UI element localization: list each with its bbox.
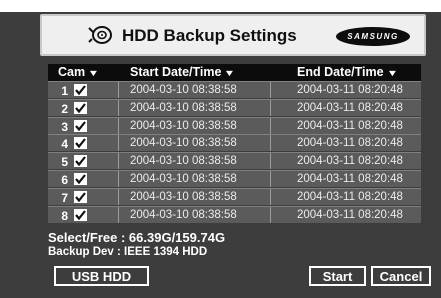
brand-logo-text: SAMSUNG — [347, 32, 399, 41]
camera-number: 2 — [61, 101, 68, 116]
camera-number: 1 — [61, 84, 68, 98]
hdd-icon — [88, 26, 112, 44]
camera-number: 3 — [61, 119, 68, 134]
column-divider — [118, 171, 119, 187]
camera-number: 8 — [61, 208, 68, 223]
table-row[interactable]: 6 2004-03-10 08:38:58 2004-03-11 08:20:48 — [48, 170, 421, 187]
end-datetime[interactable]: 2004-03-11 08:20:48 — [297, 137, 403, 149]
camera-checkbox[interactable] — [74, 173, 87, 185]
column-divider — [270, 206, 271, 223]
sort-arrow-icon: ▼ — [87, 68, 100, 78]
table-header: Cam ▼ Start Date/Time ▼ End Date/Time ▼ — [48, 64, 421, 81]
table-row[interactable]: 7 2004-03-10 08:38:58 2004-03-11 08:20:48 — [48, 187, 421, 205]
brand-logo: SAMSUNG — [336, 27, 410, 46]
column-divider — [270, 153, 271, 170]
column-divider — [118, 135, 119, 152]
checkmark-icon — [75, 156, 86, 167]
camera-number: 7 — [61, 190, 68, 205]
start-datetime[interactable]: 2004-03-10 08:38:58 — [130, 84, 237, 96]
camera-checkbox[interactable] — [74, 208, 87, 221]
column-header-end-label: End Date/Time — [297, 65, 384, 79]
checkmark-icon — [75, 85, 86, 95]
camera-number: 6 — [61, 173, 68, 187]
page-title: HDD Backup Settings — [122, 26, 297, 45]
checkmark-icon — [75, 103, 86, 113]
backup-device-text: Backup Dev : IEEE 1394 HDD — [48, 246, 208, 258]
table-row[interactable]: 4 2004-03-10 08:38:58 2004-03-11 08:20:48 — [48, 134, 421, 152]
sort-arrow-icon: ▼ — [224, 68, 236, 78]
end-datetime[interactable]: 2004-03-11 08:20:48 — [297, 155, 403, 167]
column-divider — [270, 135, 271, 152]
table-row[interactable]: 5 2004-03-10 08:38:58 2004-03-11 08:20:48 — [48, 152, 421, 170]
start-datetime[interactable]: 2004-03-10 08:38:58 — [130, 102, 237, 114]
end-datetime[interactable]: 2004-03-11 08:20:48 — [297, 209, 403, 221]
column-divider — [118, 206, 119, 223]
end-datetime[interactable]: 2004-03-11 08:20:48 — [297, 84, 403, 96]
column-divider — [270, 82, 271, 98]
table-row[interactable]: 1 2004-03-10 08:38:58 2004-03-11 08:20:48 — [48, 81, 421, 98]
cancel-button[interactable]: Cancel — [371, 266, 431, 286]
checkmark-icon — [75, 120, 86, 131]
top-frame — [0, 0, 441, 12]
column-header-end[interactable]: End Date/Time ▼ — [297, 65, 398, 79]
table-row[interactable]: 8 2004-03-10 08:38:58 2004-03-11 08:20:48 — [48, 205, 421, 223]
start-datetime[interactable]: 2004-03-10 08:38:58 — [130, 173, 237, 185]
camera-checkbox[interactable] — [74, 101, 87, 114]
checkmark-icon — [75, 174, 86, 184]
column-divider — [118, 82, 119, 98]
column-divider — [270, 99, 271, 116]
column-header-cam-label: Cam — [58, 65, 86, 79]
select-free-text: Select/Free : 66.39G/159.74G — [48, 230, 226, 245]
sort-arrow-icon: ▼ — [386, 68, 398, 78]
end-datetime[interactable]: 2004-03-11 08:20:48 — [297, 191, 403, 203]
column-divider — [270, 188, 271, 205]
checkmark-icon — [75, 138, 86, 149]
end-datetime[interactable]: 2004-03-11 08:20:48 — [297, 120, 403, 132]
camera-checkbox[interactable] — [74, 190, 87, 203]
column-divider — [270, 117, 271, 134]
checkmark-icon — [75, 192, 86, 202]
start-datetime[interactable]: 2004-03-10 08:38:58 — [130, 191, 237, 203]
column-header-start-label: Start Date/Time — [130, 65, 222, 79]
table-row[interactable]: 3 2004-03-10 08:38:58 2004-03-11 08:20:48 — [48, 116, 421, 134]
column-header-start[interactable]: Start Date/Time ▼ — [130, 65, 236, 79]
start-datetime[interactable]: 2004-03-10 08:38:58 — [130, 209, 237, 221]
start-datetime[interactable]: 2004-03-10 08:38:58 — [130, 120, 237, 132]
column-divider — [270, 171, 271, 187]
camera-checkbox[interactable] — [74, 119, 87, 132]
column-divider — [118, 99, 119, 116]
column-header-cam[interactable]: Cam ▼ — [58, 65, 100, 79]
start-datetime[interactable]: 2004-03-10 08:38:58 — [130, 155, 237, 167]
table-row[interactable]: 2 2004-03-10 08:38:58 2004-03-11 08:20:48 — [48, 98, 421, 116]
camera-number: 4 — [61, 137, 68, 152]
camera-checkbox[interactable] — [74, 137, 87, 150]
start-button[interactable]: Start — [309, 266, 366, 286]
start-datetime[interactable]: 2004-03-10 08:38:58 — [130, 137, 237, 149]
camera-table: Cam ▼ Start Date/Time ▼ End Date/Time ▼ 1 20… — [48, 64, 421, 224]
camera-checkbox[interactable] — [74, 84, 87, 96]
camera-checkbox[interactable] — [74, 155, 87, 168]
column-divider — [118, 153, 119, 170]
title-bar: HDD Backup Settings SAMSUNG — [40, 14, 426, 56]
end-datetime[interactable]: 2004-03-11 08:20:48 — [297, 102, 403, 114]
usb-hdd-button[interactable]: USB HDD — [54, 266, 149, 286]
end-datetime[interactable]: 2004-03-11 08:20:48 — [297, 173, 403, 185]
column-divider — [118, 188, 119, 205]
column-divider — [118, 117, 119, 134]
checkmark-icon — [75, 209, 86, 220]
camera-number: 5 — [61, 155, 68, 170]
